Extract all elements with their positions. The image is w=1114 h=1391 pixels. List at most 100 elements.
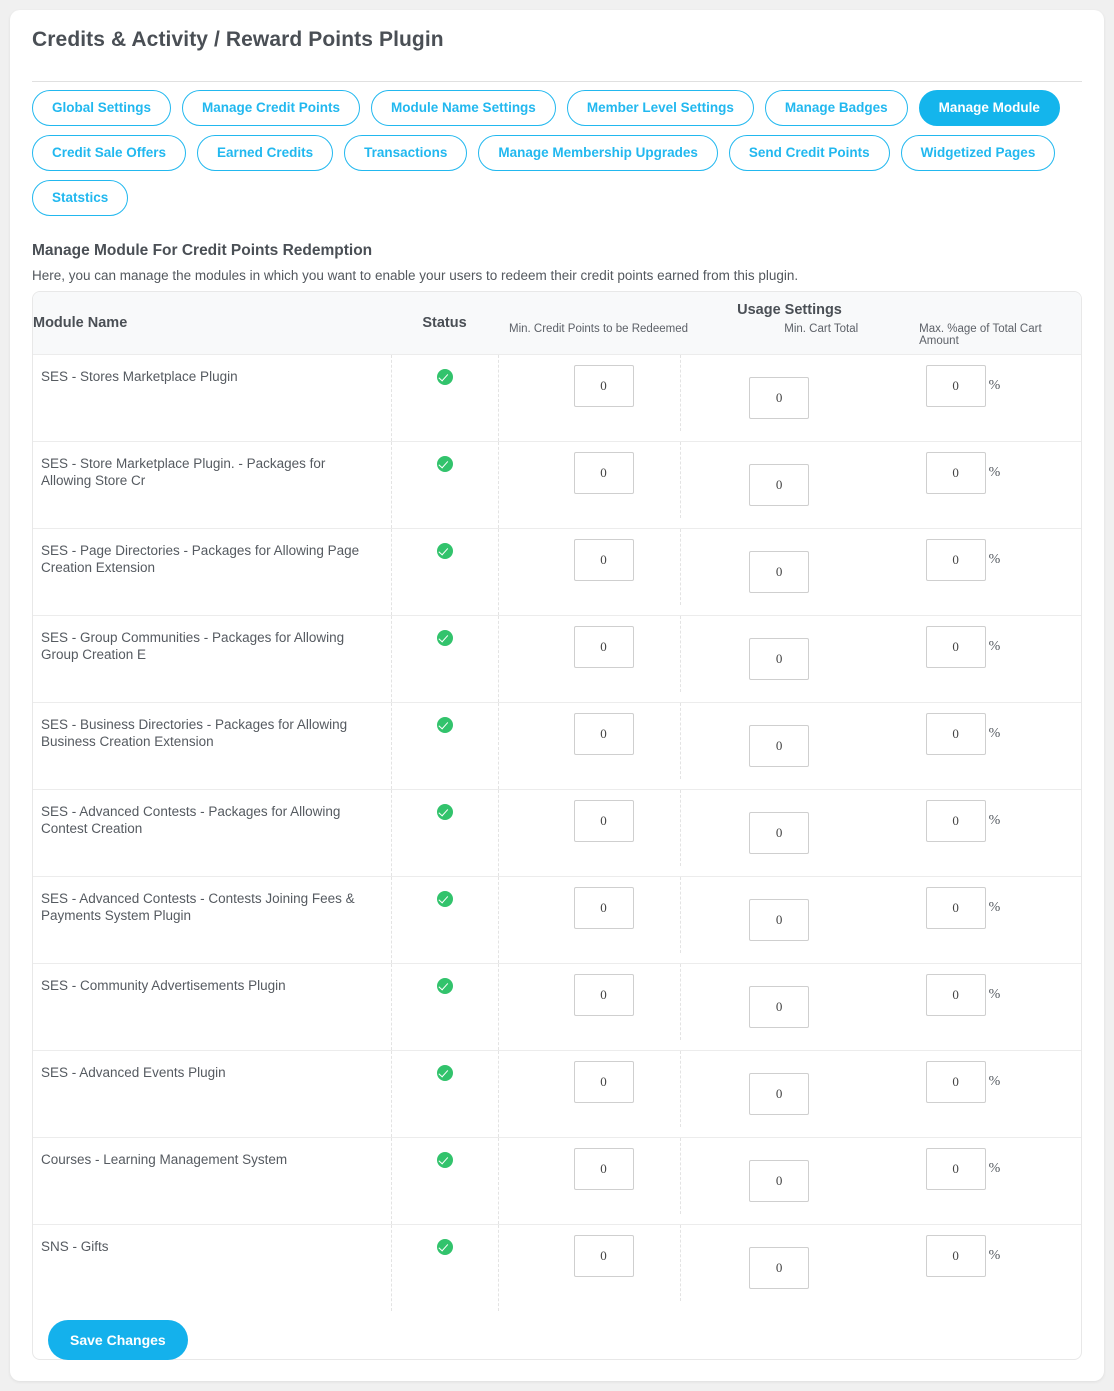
- min-cart-total-input[interactable]: [749, 377, 810, 419]
- check-circle-icon: [436, 542, 453, 559]
- cell-usage-settings: %: [498, 1224, 1081, 1311]
- percent-symbol: %: [988, 900, 1001, 915]
- field-group-min-cart-total: [680, 616, 862, 692]
- cell-module-name: SES - Business Directories - Packages fo…: [33, 702, 392, 790]
- tab-send-credit-points[interactable]: Send Credit Points: [728, 135, 890, 171]
- field-group-min-cart-total: [680, 1225, 862, 1301]
- percent-symbol: %: [988, 813, 1001, 828]
- cell-module-name: SES - Advanced Events Plugin: [33, 1050, 392, 1138]
- field-group-min-credit-points: [499, 887, 681, 929]
- tab-global-settings[interactable]: Global Settings: [32, 90, 172, 126]
- check-circle-icon: [436, 890, 453, 907]
- check-circle-icon: [436, 1064, 453, 1081]
- min-cart-total-input[interactable]: [749, 812, 810, 854]
- cell-module-name: SES - Community Advertisements Plugin: [33, 963, 392, 1051]
- table-head: Module Name Status Usage Settings Min. C…: [33, 292, 1081, 355]
- max-pct-cart-input[interactable]: [925, 1148, 986, 1190]
- column-header-max-pct-cart: Max. %age of Total Cart Amount: [919, 323, 1042, 347]
- percent-symbol: %: [988, 1074, 1001, 1089]
- min-credit-points-input[interactable]: [573, 1061, 634, 1103]
- min-cart-total-input[interactable]: [749, 1073, 810, 1115]
- table-row: SES - Business Directories - Packages fo…: [33, 702, 1081, 790]
- min-cart-total-input[interactable]: [749, 464, 810, 506]
- tab-bar: Global Settings Manage Credit Points Modul…: [32, 90, 1084, 216]
- column-header-module-name: Module Name: [33, 292, 391, 355]
- tab-earned-credits[interactable]: Earned Credits: [197, 135, 334, 171]
- field-group-min-cart-total: [680, 877, 862, 953]
- check-circle-icon: [436, 716, 453, 733]
- column-header-min-credit-points: Min. Credit Points to be Redeemed: [509, 323, 688, 335]
- check-circle-icon: [436, 977, 453, 994]
- field-group-min-cart-total: [680, 790, 862, 866]
- tab-module-name-settings[interactable]: Module Name Settings: [371, 90, 556, 126]
- section-description: Here, you can manage the modules in whic…: [32, 268, 799, 283]
- min-cart-total-input[interactable]: [749, 638, 810, 680]
- min-credit-points-input[interactable]: [573, 887, 634, 929]
- tab-statstics[interactable]: Statstics: [32, 180, 129, 216]
- max-pct-cart-input[interactable]: [925, 365, 986, 407]
- field-group-max-pct-cart: %: [862, 1148, 1081, 1190]
- min-cart-total-input[interactable]: [749, 1247, 810, 1289]
- field-group-max-pct-cart: %: [862, 713, 1081, 755]
- tab-manage-module[interactable]: Manage Module: [918, 90, 1060, 126]
- check-circle-icon: [436, 455, 453, 472]
- field-group-min-credit-points: [499, 452, 681, 494]
- percent-symbol: %: [988, 1248, 1001, 1263]
- percent-symbol: %: [988, 639, 1001, 654]
- tab-manage-credit-points[interactable]: Manage Credit Points: [182, 90, 361, 126]
- max-pct-cart-input[interactable]: [925, 713, 986, 755]
- cell-status: [391, 789, 499, 877]
- min-cart-total-input[interactable]: [749, 986, 810, 1028]
- max-pct-cart-input[interactable]: [925, 974, 986, 1016]
- tab-manage-badges[interactable]: Manage Badges: [764, 90, 908, 126]
- tab-manage-membership-upgrades[interactable]: Manage Membership Upgrades: [478, 135, 718, 171]
- min-cart-total-input[interactable]: [749, 899, 810, 941]
- min-credit-points-input[interactable]: [573, 1235, 634, 1277]
- min-cart-total-input[interactable]: [749, 1160, 810, 1202]
- cell-module-name: SES - Store Marketplace Plugin. - Packag…: [33, 441, 392, 529]
- tab-widgetized-pages[interactable]: Widgetized Pages: [900, 135, 1056, 171]
- table-body: SES - Stores Marketplace Plugin%SES - St…: [33, 354, 1081, 1311]
- cell-module-name: SES - Group Communities - Packages for A…: [33, 615, 392, 703]
- field-group-max-pct-cart: %: [862, 539, 1081, 581]
- cell-usage-settings: %: [498, 702, 1081, 790]
- min-credit-points-input[interactable]: [573, 365, 634, 407]
- field-group-min-credit-points: [499, 713, 681, 755]
- field-group-max-pct-cart: %: [862, 800, 1081, 842]
- cell-usage-settings: %: [498, 1050, 1081, 1138]
- page-card: Credits & Activity / Reward Points Plugi…: [10, 10, 1104, 1381]
- min-credit-points-input[interactable]: [573, 974, 634, 1016]
- cell-usage-settings: %: [498, 528, 1081, 616]
- tab-member-level-settings[interactable]: Member Level Settings: [566, 90, 754, 126]
- table-row: Courses - Learning Management System%: [33, 1137, 1081, 1225]
- tab-transactions[interactable]: Transactions: [344, 135, 468, 171]
- field-group-min-credit-points: [499, 1148, 681, 1190]
- tab-credit-sale-offers[interactable]: Credit Sale Offers: [32, 135, 187, 171]
- max-pct-cart-input[interactable]: [925, 800, 986, 842]
- max-pct-cart-input[interactable]: [925, 1061, 986, 1103]
- min-credit-points-input[interactable]: [573, 713, 634, 755]
- field-group-min-credit-points: [499, 1235, 681, 1277]
- table-row: SES - Store Marketplace Plugin. - Packag…: [33, 441, 1081, 529]
- max-pct-cart-input[interactable]: [925, 1235, 986, 1277]
- title-divider: [32, 81, 1082, 82]
- cell-status: [391, 1137, 499, 1225]
- min-credit-points-input[interactable]: [573, 800, 634, 842]
- cell-status: [391, 441, 499, 529]
- min-credit-points-input[interactable]: [573, 539, 634, 581]
- min-cart-total-input[interactable]: [749, 725, 810, 767]
- min-credit-points-input[interactable]: [573, 1148, 634, 1190]
- cell-status: [391, 876, 499, 964]
- min-credit-points-input[interactable]: [573, 626, 634, 668]
- min-credit-points-input[interactable]: [573, 452, 634, 494]
- min-cart-total-input[interactable]: [749, 551, 810, 593]
- max-pct-cart-input[interactable]: [925, 626, 986, 668]
- field-group-min-cart-total: [680, 529, 862, 605]
- cell-usage-settings: %: [498, 441, 1081, 529]
- field-group-max-pct-cart: %: [862, 1061, 1081, 1103]
- save-changes-button[interactable]: Save Changes: [48, 1320, 188, 1360]
- max-pct-cart-input[interactable]: [925, 887, 986, 929]
- field-group-min-credit-points: [499, 365, 681, 407]
- max-pct-cart-input[interactable]: [925, 539, 986, 581]
- max-pct-cart-input[interactable]: [925, 452, 986, 494]
